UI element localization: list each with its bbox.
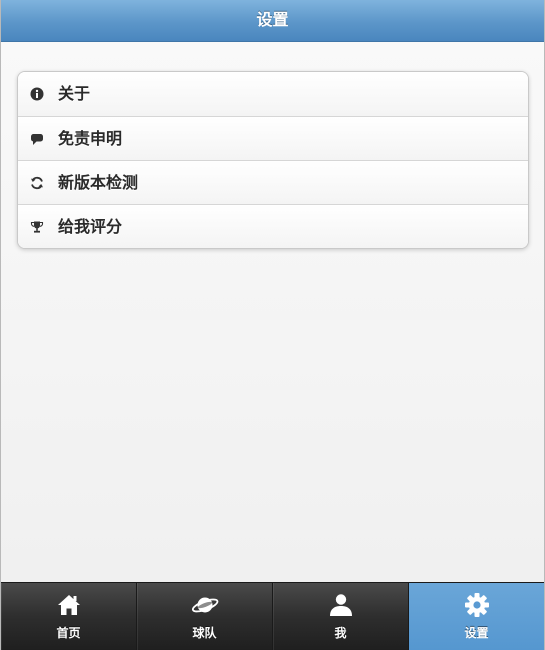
user-icon	[327, 591, 355, 619]
settings-item-label: 给我评分	[58, 217, 123, 236]
page-title: 设置	[256, 10, 289, 29]
settings-list: 关于 免责申明 新版本检测 给我评分	[17, 71, 529, 249]
settings-item-label: 关于	[58, 84, 91, 103]
planet-icon	[191, 591, 219, 619]
tab-label: 球队	[192, 626, 217, 640]
settings-item-check-update[interactable]: 新版本检测	[18, 160, 528, 204]
speech-bubble-icon	[30, 132, 44, 146]
settings-item-disclaimer[interactable]: 免责申明	[18, 116, 528, 160]
tab-me[interactable]: 我	[272, 583, 408, 650]
trophy-icon	[30, 220, 44, 234]
info-icon	[30, 87, 44, 101]
settings-item-rate[interactable]: 给我评分	[18, 204, 528, 248]
header-bar: 设置	[1, 0, 544, 42]
home-icon	[55, 591, 83, 619]
settings-item-about[interactable]: 关于	[18, 72, 528, 116]
tab-label: 设置	[464, 626, 489, 640]
refresh-icon	[30, 176, 44, 190]
content-area: 关于 免责申明 新版本检测 给我评分	[1, 42, 544, 582]
tab-label: 我	[334, 626, 347, 640]
settings-item-label: 新版本检测	[58, 173, 139, 192]
tab-settings[interactable]: 设置	[408, 583, 544, 650]
settings-item-label: 免责申明	[58, 129, 123, 148]
tab-home[interactable]: 首页	[1, 583, 136, 650]
tab-label: 首页	[56, 626, 81, 640]
app-window: 设置 关于 免责申明 新版本检测 给我评分 首页 球队 我 设置	[0, 0, 545, 650]
tab-teams[interactable]: 球队	[136, 583, 272, 650]
gear-icon	[463, 591, 491, 619]
tab-bar: 首页 球队 我 设置	[1, 582, 544, 650]
